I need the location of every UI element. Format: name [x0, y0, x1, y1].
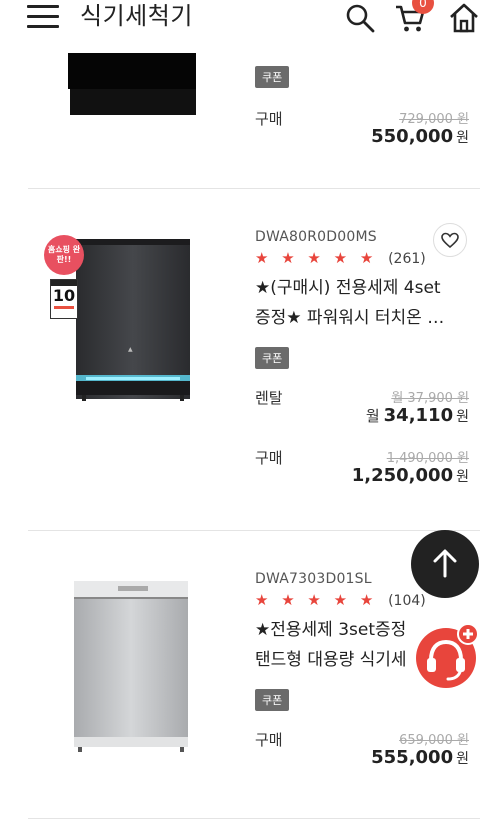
sale-price: 월 34,110 원 — [365, 405, 469, 426]
product-image[interactable]: ▲ 홈쇼핑 완판!! 10 — [44, 229, 196, 409]
original-price: 1,490,000 원 — [386, 451, 469, 466]
original-price: 659,000 원 — [399, 733, 469, 748]
arrow-up-icon — [433, 549, 457, 578]
product-image[interactable] — [68, 577, 198, 753]
original-price: 729,000 원 — [399, 112, 469, 127]
page-title: 식기세척기 — [80, 2, 193, 30]
menu-icon[interactable] — [27, 5, 59, 29]
price-type: 구매 — [255, 449, 283, 467]
review-count: (261) — [388, 251, 426, 267]
sale-price: 555,000 원 — [371, 747, 469, 768]
coupon-badge: 쿠폰 — [255, 689, 290, 711]
sale-price: 1,250,000 원 — [351, 465, 469, 486]
coupon-badge: 쿠폰 — [255, 347, 290, 369]
price-type: 구매 — [255, 110, 283, 128]
dishwasher-silver-image — [74, 581, 188, 752]
product-name-line2[interactable]: 증정★ 파워워시 터치온 … — [255, 303, 469, 333]
original-price: 월 37,900 원 — [391, 391, 469, 406]
home-icon[interactable] — [448, 2, 480, 34]
price-row-purchase: 구매 729,000 원 550,000 원 — [255, 108, 469, 148]
model-number: DWA80R0D00MS — [255, 229, 377, 245]
product-card[interactable]: 쿠폰 구매 729,000 원 550,000 원 — [28, 40, 480, 189]
product-name-line1[interactable]: ★(구매시) 전용세제 4set — [255, 273, 469, 303]
search-icon[interactable] — [344, 2, 376, 34]
price-row-purchase: 구매 659,000 원 555,000 원 — [255, 729, 469, 769]
price-type: 렌탈 — [255, 389, 283, 407]
rating-stars: ★ ★ ★ ★ ★ (261) — [255, 249, 426, 267]
product-card[interactable]: ▲ 홈쇼핑 완판!! 10 DWA80R0D00MS ★ ★ ★ ★ ★ (26… — [28, 189, 480, 531]
scroll-to-top-button[interactable] — [411, 530, 479, 598]
coupon-badge: 쿠폰 — [255, 66, 290, 88]
svg-text:▲: ▲ — [128, 346, 133, 353]
price-row-purchase: 구매 1,490,000 원 1,250,000 원 — [255, 447, 469, 487]
price-row-rental: 렌탈 월 37,900 원 월 34,110 원 — [255, 387, 469, 443]
chat-consult-button[interactable] — [412, 622, 480, 690]
product-image[interactable] — [68, 53, 196, 116]
energy-label: 10 — [50, 279, 78, 319]
sale-price: 550,000 원 — [371, 126, 469, 147]
sale-badge: 홈쇼핑 완판!! — [44, 235, 84, 275]
top-header: 식기세척기 0 — [0, 0, 500, 40]
headset-icon — [416, 623, 479, 688]
price-type: 구매 — [255, 731, 283, 749]
